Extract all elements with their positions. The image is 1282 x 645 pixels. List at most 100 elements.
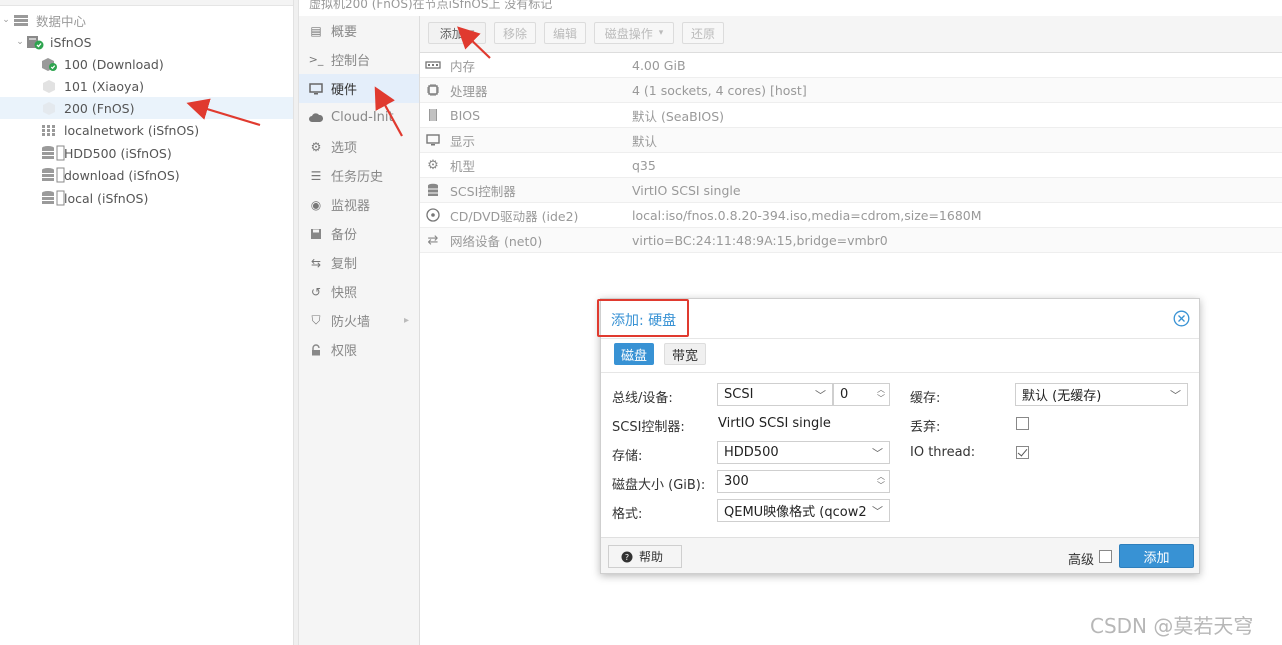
vm-menu: ▤ 概要 >_ 控制台 硬件 Cloud-Init ⚙ 选项 ☰ 任务历史 ◉ 监视器 备… — [299, 16, 420, 645]
menu-item-firewall[interactable]: ⛉ 防火墙 ▸ — [299, 306, 419, 335]
tree-storage-local[interactable]: local (iSfnOS) — [0, 187, 293, 209]
menu-item-console[interactable]: >_ 控制台 — [299, 45, 419, 74]
close-icon[interactable] — [1173, 310, 1190, 327]
chevron-down-icon: ﹀ — [872, 505, 883, 518]
dialog-tabs: 磁盘 带宽 — [601, 339, 1199, 372]
bus-select[interactable]: SCSI ﹀ — [717, 383, 833, 406]
dialog-form: 总线/设备: SCSI ﹀ 0 ︿ ﹀ SCSI控制器: VirtIO SCSI … — [601, 372, 1199, 537]
revert-button[interactable]: 还原 — [682, 22, 724, 44]
memory-icon — [422, 60, 444, 70]
bus-label: 总线/设备: — [612, 391, 673, 406]
display-icon — [422, 134, 444, 146]
table-row[interactable]: 处理器 4 (1 sockets, 4 cores) [host] — [420, 78, 1282, 103]
table-row[interactable]: ⇄ 网络设备 (net0) virtio=BC:24:11:48:9A:15,b… — [420, 228, 1282, 253]
list-icon: ☰ — [310, 168, 322, 183]
floppy-icon — [307, 227, 325, 241]
question-circle-icon: ? — [621, 551, 633, 563]
table-row[interactable]: CD/DVD驱动器 (ide2) local:iso/fnos.0.8.20-3… — [420, 203, 1282, 228]
book-icon: ▤ — [310, 23, 322, 38]
format-select[interactable]: QEMU映像格式 (qcow2 ﹀ — [717, 499, 890, 522]
collapse-arrow-icon[interactable]: ⌄ — [0, 15, 12, 25]
tree-vm-200[interactable]: 200 (FnOS) — [0, 97, 293, 119]
machine-icon: ⚙ — [427, 157, 439, 173]
tree-node-isfnos[interactable]: ⌄ iSfnOS — [0, 31, 293, 53]
menu-item-permissions[interactable]: 权限 — [299, 335, 419, 364]
collapse-arrow-icon[interactable]: ⌄ — [14, 37, 26, 47]
tree-header-strip — [0, 0, 293, 6]
unlock-icon — [307, 343, 325, 357]
menu-item-options[interactable]: ⚙ 选项 — [299, 132, 419, 161]
menu-item-backup[interactable]: 备份 — [299, 219, 419, 248]
tree-vm-101[interactable]: 101 (Xiaoya) — [0, 75, 293, 97]
bios-icon — [422, 108, 444, 122]
menu-item-hardware[interactable]: 硬件 — [299, 74, 419, 103]
dialog-footer: ? 帮助 高级 添加 — [601, 537, 1199, 573]
remove-button[interactable]: 移除 — [494, 22, 536, 44]
menu-item-cloud-init[interactable]: Cloud-Init — [299, 103, 419, 132]
chevron-down-icon: ﹀ — [815, 389, 826, 402]
network-grid-icon — [40, 123, 58, 137]
spinner-arrows-icon[interactable]: ︿ ﹀ — [877, 472, 885, 490]
storage-label: 存储: — [612, 449, 643, 464]
tab-bandwidth[interactable]: 带宽 — [664, 343, 707, 365]
device-number-spinner[interactable]: 0 ︿ ﹀ — [833, 383, 890, 406]
menu-item-snapshot[interactable]: ↺ 快照 — [299, 277, 419, 306]
io-thread-checkbox[interactable] — [1016, 446, 1029, 459]
tree-datacenter[interactable]: ⌄ 数据中心 — [0, 9, 293, 31]
help-button[interactable]: ? 帮助 — [608, 545, 682, 568]
disk-action-button[interactable]: 磁盘操作 ▾ — [594, 22, 674, 44]
eye-icon: ◉ — [310, 197, 322, 212]
discard-label: 丢弃: — [910, 420, 941, 435]
history-icon: ↺ — [310, 284, 322, 299]
cache-select[interactable]: 默认 (无缓存) ﹀ — [1015, 383, 1188, 406]
edit-button[interactable]: 编辑 — [544, 22, 586, 44]
tab-disk[interactable]: 磁盘 — [614, 343, 655, 365]
chevron-down-icon: ▾ — [658, 28, 664, 38]
vm-running-icon — [40, 57, 58, 71]
table-row[interactable]: SCSI控制器 VirtIO SCSI single — [420, 178, 1282, 203]
chevron-down-icon: ﹀ — [872, 447, 883, 460]
network-icon: ⇄ — [427, 232, 439, 248]
resource-tree: ⌄ 数据中心 ⌄ iSfnOS 100 (Download) 101 (Xiao… — [0, 0, 293, 645]
dialog-title: 添加: 硬盘 — [611, 313, 677, 329]
table-row[interactable]: 显示 默认 — [420, 128, 1282, 153]
advanced-checkbox[interactable] — [1099, 550, 1112, 563]
disk-size-input[interactable]: 300 ︿ ﹀ — [717, 470, 890, 493]
table-row[interactable]: BIOS 默认 (SeaBIOS) — [420, 103, 1282, 128]
svg-text:?: ? — [625, 553, 629, 562]
io-thread-label: IO thread: — [910, 445, 976, 460]
spinner-arrows-icon[interactable]: ︿ ﹀ — [877, 385, 885, 403]
storage-icon — [40, 145, 66, 161]
database-icon — [422, 183, 444, 197]
tree-storage-localnetwork[interactable]: localnetwork (iSfnOS) — [0, 119, 293, 141]
tree-storage-download[interactable]: download (iSfnOS) — [0, 164, 293, 186]
storage-icon — [40, 167, 66, 183]
tree-storage-hdd500[interactable]: HDD500 (iSfnOS) — [0, 142, 293, 164]
tree-vm-100[interactable]: 100 (Download) — [0, 53, 293, 75]
chevron-down-icon: ﹀ — [1170, 389, 1181, 402]
cpu-icon — [422, 83, 444, 97]
storage-icon — [40, 190, 66, 206]
menu-item-monitor[interactable]: ◉ 监视器 — [299, 190, 419, 219]
menu-item-summary[interactable]: ▤ 概要 — [299, 16, 419, 45]
table-row[interactable]: 内存 4.00 GiB — [420, 53, 1282, 78]
add-confirm-button[interactable]: 添加 — [1119, 544, 1194, 568]
menu-item-replication[interactable]: ⇆ 复制 — [299, 248, 419, 277]
scsi-controller-value: VirtIO SCSI single — [718, 416, 831, 431]
storage-select[interactable]: HDD500 ﹀ — [717, 441, 890, 464]
hardware-toolbar: 添加 ▾ 移除 编辑 磁盘操作 ▾ 还原 — [420, 16, 1282, 53]
add-harddisk-dialog: 添加: 硬盘 磁盘 带宽 总线/设备: SCSI ﹀ 0 ︿ ﹀ SCSI控制器:… — [597, 298, 1200, 574]
cloud-icon — [307, 111, 325, 125]
menu-item-task-history[interactable]: ☰ 任务历史 — [299, 161, 419, 190]
scsi-controller-label: SCSI控制器: — [612, 420, 685, 435]
chevron-right-icon: ▸ — [403, 315, 409, 326]
retweet-icon: ⇆ — [310, 255, 322, 270]
watermark: CSDN @莫若天穹 — [1090, 614, 1254, 638]
node-online-icon — [26, 35, 44, 49]
table-row[interactable]: ⚙ 机型 q35 — [420, 153, 1282, 178]
vm-stopped-icon — [40, 101, 58, 115]
discard-checkbox[interactable] — [1016, 417, 1029, 430]
hardware-table: 内存 4.00 GiB 处理器 4 (1 sockets, 4 cores) [… — [420, 53, 1282, 253]
add-button[interactable]: 添加 ▾ — [428, 22, 486, 44]
cache-label: 缓存: — [910, 391, 941, 406]
